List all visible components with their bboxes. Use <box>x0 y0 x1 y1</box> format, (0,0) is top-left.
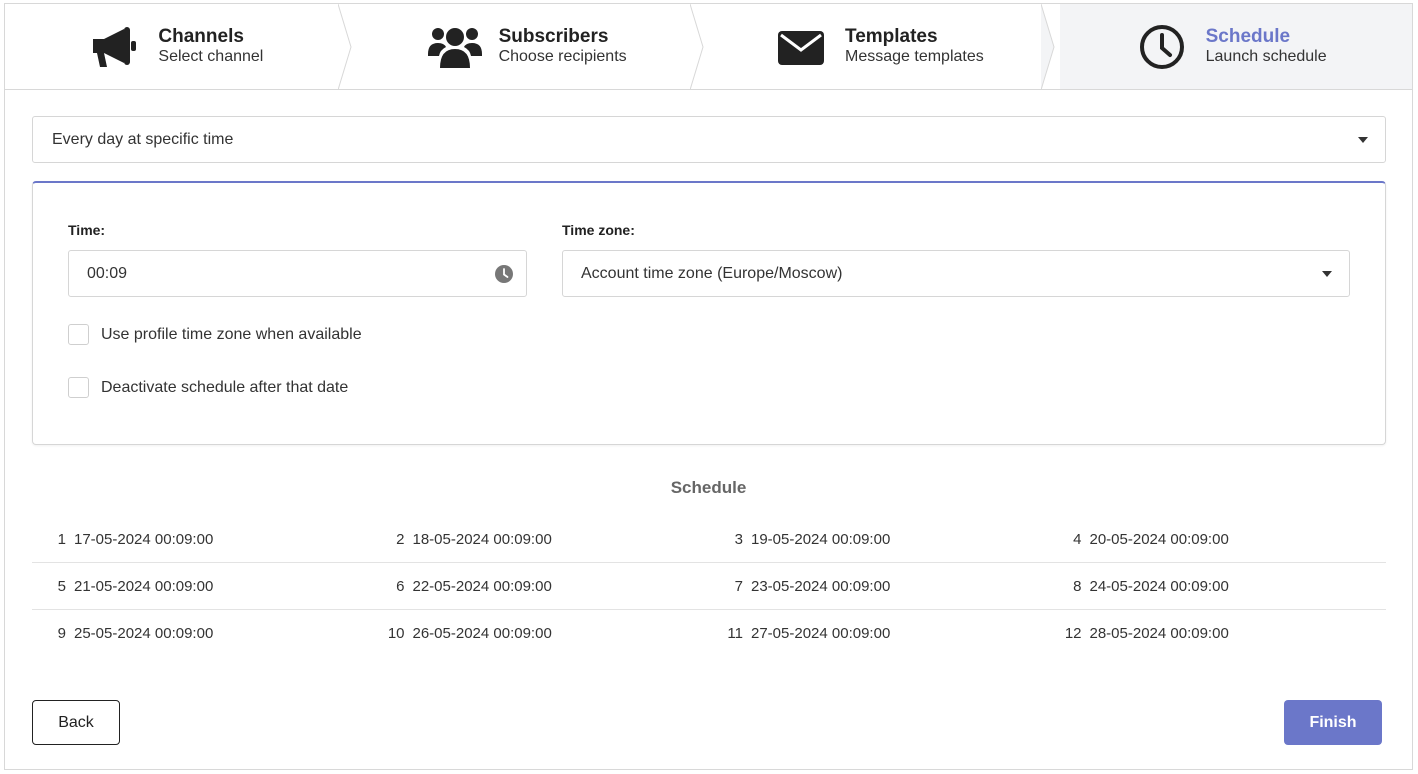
caret-down-icon <box>1358 136 1368 143</box>
step-title: Templates <box>845 25 938 47</box>
schedule-entry-datetime: 18-05-2024 00:09:00 <box>412 530 552 548</box>
use-profile-timezone-label: Use profile time zone when available <box>101 325 362 343</box>
schedule-entry: 6 22-05-2024 00:09:00 <box>371 578 710 595</box>
schedule-entry-datetime: 19-05-2024 00:09:00 <box>751 530 891 548</box>
schedule-entry-number: 10 <box>387 625 405 642</box>
step-subscribers[interactable]: Subscribers Choose recipients <box>357 4 709 90</box>
schedule-entry-datetime: 17-05-2024 00:09:00 <box>74 530 214 548</box>
schedule-entry: 2 18-05-2024 00:09:00 <box>371 531 710 548</box>
schedule-entry: 1 17-05-2024 00:09:00 <box>32 531 371 548</box>
schedule-table: 1 17-05-2024 00:09:00 2 18-05-2024 00:09:00… <box>32 516 1386 657</box>
schedule-entry-datetime: 24-05-2024 00:09:00 <box>1089 577 1229 595</box>
schedule-entry: 10 26-05-2024 00:09:00 <box>371 625 710 642</box>
schedule-row: 5 21-05-2024 00:09:00 6 22-05-2024 00:09:00… <box>32 563 1386 610</box>
step-subtitle: Select channel <box>158 47 264 65</box>
users-icon <box>427 22 483 72</box>
frequency-select-value: Every day at specific time <box>52 130 234 148</box>
timezone-select[interactable]: Account time zone (Europe/Moscow) <box>562 250 1350 297</box>
step-schedule[interactable]: Schedule Launch schedule <box>1060 4 1412 89</box>
step-title: Channels <box>158 25 244 47</box>
wizard-frame: Channels Select channel Subscribers Choo… <box>4 3 1413 770</box>
schedule-entry: 12 28-05-2024 00:09:00 <box>1048 625 1387 642</box>
timezone-select-value: Account time zone (Europe/Moscow) <box>581 264 843 282</box>
schedule-entry-number: 6 <box>396 577 405 595</box>
clock-icon[interactable] <box>495 264 513 283</box>
deactivate-schedule-row[interactable]: Deactivate schedule after that date <box>68 377 348 398</box>
use-profile-timezone-checkbox[interactable] <box>68 324 89 345</box>
step-subtitle: Choose recipients <box>498 47 627 65</box>
schedule-row: 1 17-05-2024 00:09:00 2 18-05-2024 00:09:00… <box>32 516 1386 563</box>
deactivate-schedule-label: Deactivate schedule after that date <box>101 378 349 396</box>
step-separator <box>1041 4 1055 90</box>
step-separator <box>337 4 352 90</box>
schedule-entry-number: 3 <box>734 530 743 548</box>
megaphone-icon <box>86 22 142 72</box>
schedule-entry-datetime: 25-05-2024 00:09:00 <box>74 625 214 642</box>
step-title: Subscribers <box>498 25 609 47</box>
timezone-label: Time zone: <box>562 222 635 238</box>
schedule-entry-number: 9 <box>57 625 66 642</box>
schedule-entry: 3 19-05-2024 00:09:00 <box>709 531 1048 548</box>
schedule-entry-datetime: 21-05-2024 00:09:00 <box>74 577 214 595</box>
schedule-entry-number: 2 <box>396 530 405 548</box>
schedule-entry: 11 27-05-2024 00:09:00 <box>709 625 1048 642</box>
step-title: Schedule <box>1205 25 1291 47</box>
frequency-select[interactable]: Every day at specific time <box>32 116 1386 163</box>
step-subtitle: Message templates <box>845 47 984 65</box>
schedule-title: Schedule <box>670 478 747 497</box>
caret-down-icon <box>1322 270 1332 277</box>
schedule-entry-number: 5 <box>57 577 66 595</box>
schedule-settings-panel: Time: 00:09 Time zone: Account time zone… <box>32 181 1386 445</box>
schedule-entry-number: 11 <box>727 625 743 642</box>
schedule-entry: 4 20-05-2024 00:09:00 <box>1048 531 1387 548</box>
step-channels[interactable]: Channels Select channel <box>5 4 357 90</box>
schedule-entry-datetime: 20-05-2024 00:09:00 <box>1089 530 1229 548</box>
schedule-entry-number: 7 <box>734 577 743 595</box>
schedule-entry-number: 4 <box>1073 530 1082 548</box>
schedule-entry-datetime: 23-05-2024 00:09:00 <box>751 577 891 595</box>
time-input[interactable]: 00:09 <box>68 250 527 297</box>
step-subtitle: Launch schedule <box>1205 47 1327 65</box>
schedule-entry: 5 21-05-2024 00:09:00 <box>32 578 371 595</box>
schedule-entry: 8 24-05-2024 00:09:00 <box>1048 578 1387 595</box>
time-input-value: 00:09 <box>87 264 128 282</box>
deactivate-schedule-checkbox[interactable] <box>68 377 89 398</box>
schedule-entry-number: 12 <box>1064 625 1082 642</box>
time-label: Time: <box>68 222 106 238</box>
schedule-entry-datetime: 26-05-2024 00:09:00 <box>412 625 552 642</box>
clock-icon <box>1134 22 1190 72</box>
step-templates[interactable]: Templates Message templates <box>709 4 1061 90</box>
schedule-entry-datetime: 27-05-2024 00:09:00 <box>751 625 891 642</box>
schedule-entry: 7 23-05-2024 00:09:00 <box>709 578 1048 595</box>
back-button[interactable]: Back <box>32 700 120 745</box>
schedule-entry-number: 8 <box>1073 577 1082 595</box>
schedule-entry: 9 25-05-2024 00:09:00 <box>32 625 371 642</box>
finish-button[interactable]: Finish <box>1284 700 1382 745</box>
schedule-entry-number: 1 <box>57 530 66 548</box>
schedule-entry-datetime: 28-05-2024 00:09:00 <box>1089 625 1229 642</box>
schedule-row: 9 25-05-2024 00:09:00 10 26-05-2024 00:09:0… <box>32 610 1386 657</box>
wizard-stepper: Channels Select channel Subscribers Choo… <box>5 4 1412 90</box>
schedule-entry-datetime: 22-05-2024 00:09:00 <box>412 577 552 595</box>
envelope-icon <box>773 22 829 72</box>
use-profile-timezone-row[interactable]: Use profile time zone when available <box>68 324 362 345</box>
step-separator <box>689 4 704 90</box>
